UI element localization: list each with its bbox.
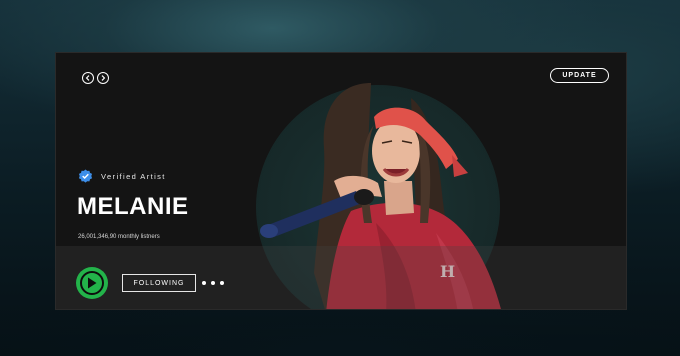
forward-button[interactable] [97, 72, 109, 84]
back-button[interactable] [82, 72, 94, 84]
artist-card: H UPDATE Verified Artist MELANIE 26,001,… [55, 52, 627, 310]
artist-name: MELANIE [77, 193, 189, 220]
verified-check-icon [78, 169, 93, 183]
more-options-icon[interactable] [202, 279, 224, 287]
following-button[interactable]: FOLLOWING [122, 274, 196, 292]
play-icon [88, 277, 97, 289]
verified-badge: Verified Artist [78, 169, 166, 184]
chevron-left-icon [85, 75, 90, 81]
update-button[interactable]: UPDATE [550, 68, 609, 83]
chevron-right-icon [101, 75, 106, 81]
history-nav [82, 72, 109, 84]
verified-label: Verified Artist [101, 172, 166, 181]
play-button[interactable] [76, 267, 108, 299]
monthly-listeners: 26,001,346,90 monthly listners [78, 234, 160, 240]
